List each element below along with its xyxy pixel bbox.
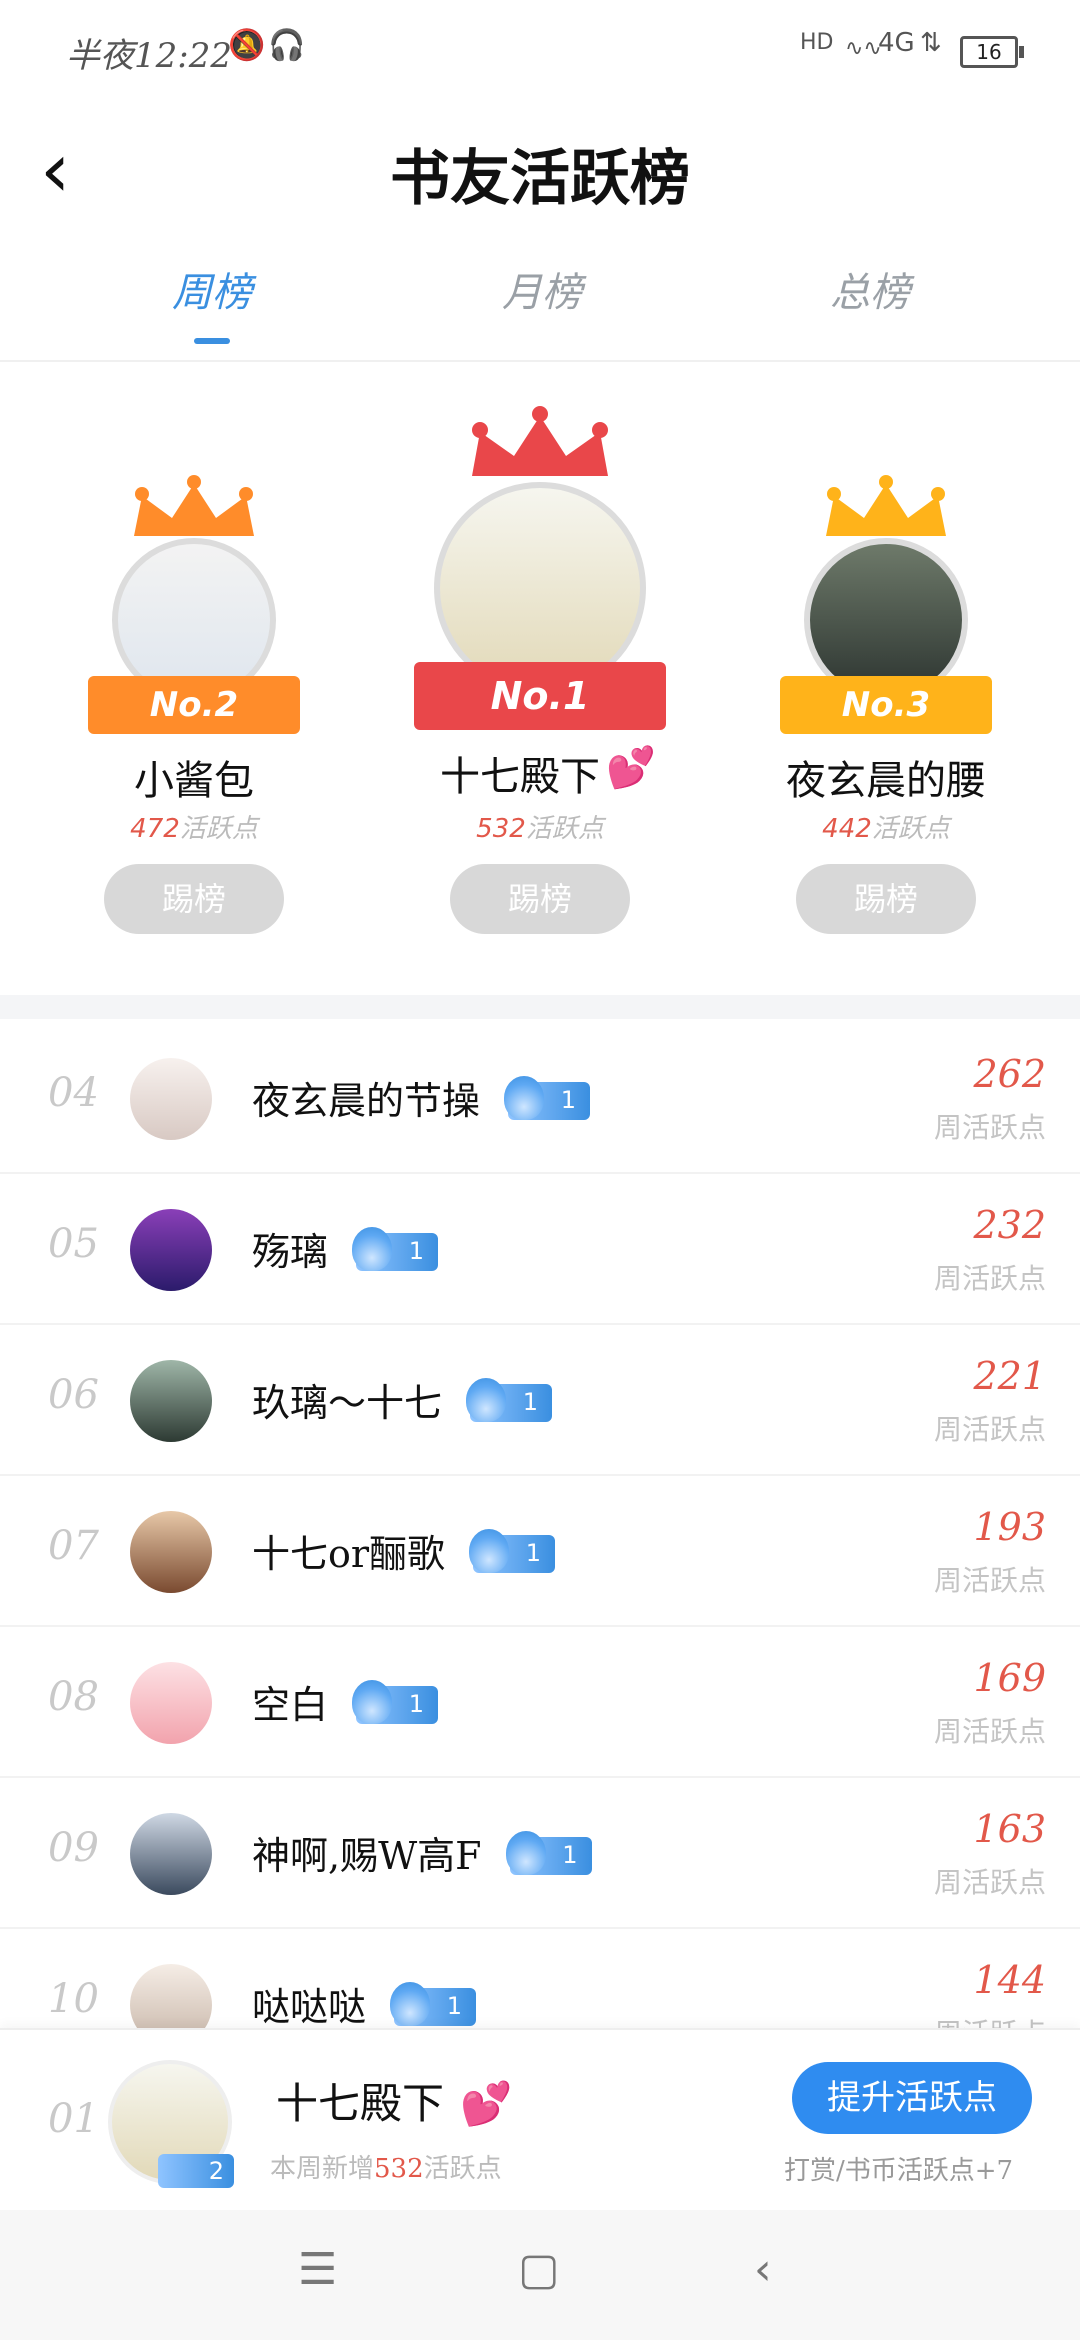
tab-weekly[interactable]: 周榜 — [102, 260, 322, 318]
list-item[interactable]: 07 十七or酾歌 1 193 周活跃点 — [0, 1475, 1080, 1627]
flame-badge: 1 — [505, 1830, 592, 1875]
avatar[interactable] — [130, 1360, 212, 1442]
rank-number: 06 — [48, 1372, 99, 1418]
back-nav-icon[interactable]: ‹ — [754, 2244, 772, 2295]
kick-button[interactable]: 踢榜 — [796, 864, 976, 934]
headphones-icon: 🎧 — [268, 28, 306, 63]
avatar[interactable] — [130, 1964, 212, 2028]
tab-total[interactable]: 总榜 — [760, 260, 980, 318]
my-name: 十七殿下 💕 — [276, 2079, 513, 2128]
points-value: 262 — [973, 1052, 1046, 1096]
flame-badge: 1 — [352, 1679, 439, 1724]
kick-button[interactable]: 踢榜 — [450, 864, 630, 934]
tab-monthly[interactable]: 月榜 — [432, 260, 652, 318]
points-unit: 周活跃点 — [933, 1866, 1046, 1899]
avatar[interactable] — [130, 1058, 212, 1140]
boost-activity-button[interactable]: 提升活跃点 — [792, 2062, 1032, 2134]
avatar[interactable] — [130, 1662, 212, 1744]
points-unit: 周活跃点 — [933, 1413, 1046, 1446]
podium-points: 472活跃点 — [130, 814, 258, 844]
points-value: 221 — [973, 1354, 1046, 1398]
points-value: 193 — [973, 1505, 1046, 1549]
rank-ribbon: No.2 — [88, 676, 300, 734]
my-weekly-gain: 本周新增532活跃点 — [270, 2154, 502, 2184]
list-item[interactable]: 04 夜玄晨的节操 1 262 周活跃点 — [0, 1022, 1080, 1174]
user-name: 殇璃 1 — [252, 1221, 439, 1276]
user-name: 玖璃～十七 1 — [252, 1372, 553, 1427]
podium-points: 442活跃点 — [822, 814, 950, 844]
points-unit: 周活跃点 — [934, 2012, 1046, 2028]
rank-ribbon: No.3 — [780, 676, 992, 734]
rank-number: 08 — [48, 1674, 99, 1720]
rank-number: 04 — [48, 1070, 99, 1116]
points-unit: 周活跃点 — [933, 1715, 1046, 1748]
avatar[interactable] — [130, 1511, 212, 1593]
avatar[interactable] — [130, 1813, 212, 1895]
flame-badge: 2 — [158, 2154, 234, 2188]
my-rank-number: 01 — [48, 2096, 99, 2142]
rank-number: 09 — [48, 1825, 99, 1871]
list-item[interactable]: 06 玖璃～十七 1 221 周活跃点 — [0, 1324, 1080, 1476]
podium-points: 532活跃点 — [476, 814, 604, 844]
avatar[interactable] — [130, 1209, 212, 1291]
points-unit: 周活跃点 — [933, 1262, 1046, 1295]
divider — [0, 360, 1080, 362]
list-item[interactable]: 09 神啊,赐W高F 1 163 周活跃点 — [0, 1777, 1080, 1929]
flame-badge: 1 — [504, 1075, 591, 1120]
wave-icon: ∿∿ — [845, 36, 882, 61]
points-unit: 周活跃点 — [933, 1564, 1046, 1597]
menu-icon[interactable]: ☰ — [298, 2244, 337, 2295]
data-arrows-icon: ⇅ — [920, 28, 942, 58]
user-name: 十七or酾歌 1 — [252, 1523, 556, 1578]
flame-badge: 1 — [390, 1981, 477, 2026]
list-item[interactable]: 05 殇璃 1 232 周活跃点 — [0, 1173, 1080, 1325]
flame-badge: 1 — [352, 1226, 439, 1271]
signal-label: 4G — [878, 28, 915, 58]
rank-number: 10 — [48, 1976, 99, 2022]
crown-icon — [826, 475, 946, 536]
tab-indicator — [194, 338, 230, 344]
flame-badge: 1 — [466, 1377, 553, 1422]
system-nav-bar: ☰ ▢ ‹ — [0, 2210, 1080, 2340]
points-value: 232 — [973, 1203, 1046, 1247]
user-name: 空白 1 — [252, 1674, 439, 1729]
heart-icon: 💕 — [606, 745, 656, 791]
user-name: 神啊,赐W高F 1 — [252, 1825, 592, 1880]
reward-tip: 打赏/书币活跃点+7 — [784, 2156, 1014, 2186]
user-name: 哒哒哒 1 — [252, 1976, 477, 2028]
rank-number: 07 — [48, 1523, 99, 1569]
points-unit: 周活跃点 — [933, 1111, 1046, 1144]
points-value: 144 — [973, 1958, 1046, 2002]
home-icon[interactable]: ▢ — [518, 2244, 560, 2295]
section-divider — [0, 995, 1080, 1019]
battery-indicator: 16 — [960, 36, 1024, 68]
list-item[interactable]: 10 哒哒哒1 144 周活跃点 — [0, 1928, 1080, 2028]
crown-icon — [134, 475, 254, 536]
flame-badge: 1 — [469, 1528, 556, 1573]
podium-name: 夜玄晨的腰 — [786, 758, 986, 804]
heart-icon: 💕 — [460, 2079, 513, 2128]
tab-bar: 周榜 月榜 总榜 — [0, 260, 1080, 360]
list-item[interactable]: 08 空白 1 169 周活跃点 — [0, 1626, 1080, 1778]
crown-icon — [472, 406, 608, 476]
user-name: 夜玄晨的节操 1 — [252, 1070, 591, 1125]
points-value: 163 — [973, 1807, 1046, 1851]
points-value: 169 — [973, 1656, 1046, 1700]
rank-ribbon: No.1 — [414, 662, 666, 730]
rank-number: 05 — [48, 1221, 99, 1267]
podium-name: 小酱包 — [134, 758, 254, 804]
mute-bell-icon: 🔕 — [228, 28, 266, 63]
hd-indicator: HD — [800, 30, 834, 55]
status-bar: 半夜12:22 🔕 🎧 HD ∿∿ 4G ⇅ 16 — [0, 0, 1080, 100]
status-time: 半夜12:22 — [66, 36, 232, 76]
my-rank-bar: 01 2 十七殿下 💕 本周新增532活跃点 提升活跃点 打赏/书币活跃点+7 — [0, 2028, 1080, 2212]
page-title: 书友活跃榜 — [390, 144, 690, 214]
kick-button[interactable]: 踢榜 — [104, 864, 284, 934]
